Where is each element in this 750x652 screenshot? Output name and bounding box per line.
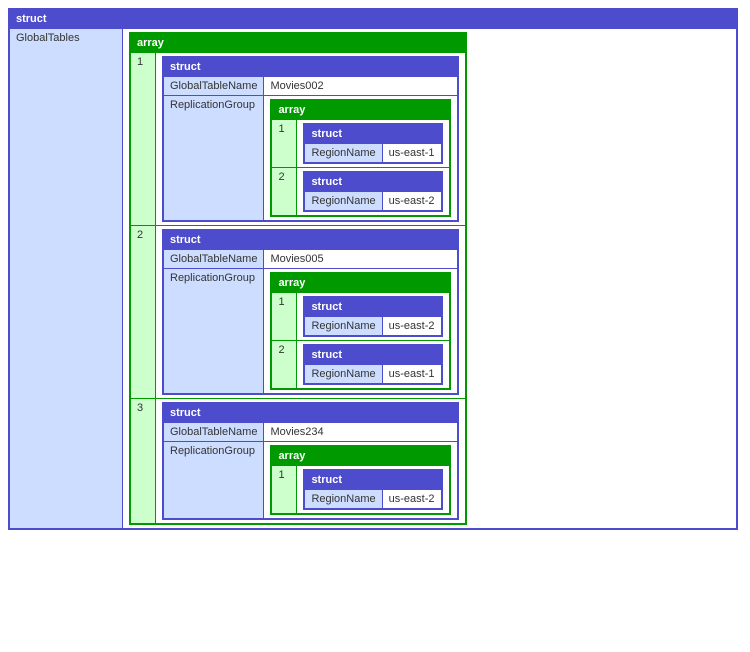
val-regionname: us-east-2	[382, 192, 441, 212]
val-regionname: us-east-1	[382, 365, 441, 385]
array-index: 3	[130, 399, 156, 525]
globaltables-array: array 1 struct GlobalTableName Movies002	[129, 32, 467, 525]
replicationgroup-array: array 1 struct RegionName	[270, 99, 450, 217]
array-header: array	[271, 100, 449, 120]
region-struct: struct RegionName us-east-2	[303, 296, 442, 337]
array-index: 2	[271, 341, 297, 390]
struct-header: struct	[304, 124, 441, 144]
array-index: 1	[271, 120, 297, 168]
array-index: 1	[271, 293, 297, 341]
region-struct: struct RegionName us-east-1	[303, 344, 442, 385]
key-regionname: RegionName	[304, 317, 382, 337]
key-globaltablename: GlobalTableName	[163, 423, 264, 442]
array-row: 2 struct RegionName us-east-2	[271, 168, 449, 217]
array-row: 2 struct RegionName us-east-1	[271, 341, 449, 390]
val-globaltablename: Movies005	[264, 250, 458, 269]
key-regionname: RegionName	[304, 192, 382, 212]
array-index: 1	[271, 466, 297, 515]
key-regionname: RegionName	[304, 365, 382, 385]
array-row: 1 struct RegionName us-east-2	[271, 293, 449, 341]
replicationgroup-array: array 1 struct RegionName	[270, 272, 450, 390]
array-header: array	[271, 446, 449, 466]
val-regionname: us-east-2	[382, 317, 441, 337]
globaltable-struct: struct GlobalTableName Movies234 Replica…	[162, 402, 459, 520]
replicationgroup-array: array 1 struct RegionName	[270, 445, 450, 515]
val-regionname: us-east-1	[382, 144, 441, 164]
region-struct: struct RegionName us-east-1	[303, 123, 442, 164]
region-struct: struct RegionName us-east-2	[303, 171, 442, 212]
array-row: 1 struct RegionName us-east-1	[271, 120, 449, 168]
array-index: 2	[130, 226, 156, 399]
val-globaltablename: Movies234	[264, 423, 458, 442]
key-replicationgroup: ReplicationGroup	[163, 269, 264, 395]
val-globaltablename: Movies002	[264, 77, 458, 96]
struct-header: struct	[304, 172, 441, 192]
array-row: 1 struct GlobalTableName Movies002 Repli…	[130, 53, 466, 226]
struct-header: struct	[304, 297, 441, 317]
region-struct: struct RegionName us-east-2	[303, 469, 442, 510]
array-index: 2	[271, 168, 297, 217]
array-row: 2 struct GlobalTableName Movies005 Repli…	[130, 226, 466, 399]
key-regionname: RegionName	[304, 144, 382, 164]
key-regionname: RegionName	[304, 490, 382, 510]
array-header: array	[130, 33, 466, 53]
struct-header: struct	[163, 403, 458, 423]
array-row: 1 struct RegionName us-east-2	[271, 466, 449, 515]
struct-header: struct	[9, 9, 737, 29]
globaltable-struct: struct GlobalTableName Movies002 Replica…	[162, 56, 459, 222]
struct-header: struct	[304, 470, 441, 490]
key-replicationgroup: ReplicationGroup	[163, 96, 264, 222]
struct-header: struct	[304, 345, 441, 365]
globaltable-struct: struct GlobalTableName Movies005 Replica…	[162, 229, 459, 395]
val-regionname: us-east-2	[382, 490, 441, 510]
key-globaltablename: GlobalTableName	[163, 77, 264, 96]
struct-header: struct	[163, 230, 458, 250]
dump-root-struct: struct GlobalTables array 1 struct Globa…	[8, 8, 738, 530]
key-replicationgroup: ReplicationGroup	[163, 442, 264, 520]
key-globaltables: GlobalTables	[9, 29, 123, 530]
key-globaltablename: GlobalTableName	[163, 250, 264, 269]
val-globaltables: array 1 struct GlobalTableName Movies002	[123, 29, 738, 530]
struct-header: struct	[163, 57, 458, 77]
array-row: 3 struct GlobalTableName Movies234 Repli…	[130, 399, 466, 525]
array-header: array	[271, 273, 449, 293]
array-index: 1	[130, 53, 156, 226]
